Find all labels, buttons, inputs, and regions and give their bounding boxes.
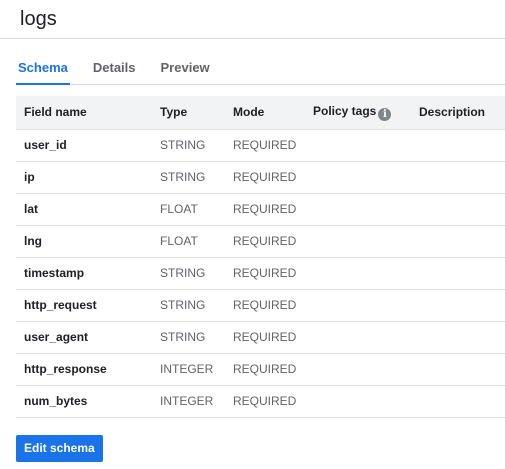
page-title: logs	[20, 8, 57, 30]
cell-field-name: http_request	[16, 289, 152, 322]
table-row: timestamp STRING REQUIRED	[16, 257, 505, 290]
table-row: http_response INTEGER REQUIRED	[16, 353, 505, 386]
cell-description	[411, 225, 505, 258]
cell-policy-tags	[305, 289, 411, 322]
table-row: ip STRING REQUIRED	[16, 161, 505, 194]
cell-description	[411, 289, 505, 322]
cell-type: INTEGER	[152, 385, 225, 418]
cell-field-name: num_bytes	[16, 385, 152, 418]
tab-bar: Schema Details Preview	[16, 51, 505, 85]
cell-mode: REQUIRED	[225, 129, 305, 162]
header-type: Type	[152, 96, 225, 130]
header-policy-tags-label: Policy tags	[313, 103, 377, 118]
schema-table: Field name Type Mode Policy tags i Descri…	[16, 96, 505, 418]
header-field-name: Field name	[16, 96, 152, 130]
header-description: Description	[411, 96, 505, 130]
cell-mode: REQUIRED	[225, 257, 305, 290]
cell-description	[411, 257, 505, 290]
cell-description	[411, 321, 505, 354]
cell-field-name: timestamp	[16, 257, 152, 290]
cell-field-name: user_agent	[16, 321, 152, 354]
cell-description	[411, 161, 505, 194]
cell-field-name: ip	[16, 161, 152, 194]
cell-policy-tags	[305, 129, 411, 162]
cell-policy-tags	[305, 353, 411, 386]
cell-type: INTEGER	[152, 353, 225, 386]
table-row: user_id STRING REQUIRED	[16, 129, 505, 162]
cell-type: STRING	[152, 257, 225, 290]
cell-mode: REQUIRED	[225, 385, 305, 418]
cell-mode: REQUIRED	[225, 321, 305, 354]
cell-description	[411, 353, 505, 386]
cell-type: STRING	[152, 129, 225, 162]
cell-mode: REQUIRED	[225, 161, 305, 194]
cell-type: FLOAT	[152, 193, 225, 226]
tab-preview[interactable]: Preview	[159, 51, 212, 84]
table-row: http_request STRING REQUIRED	[16, 289, 505, 322]
cell-policy-tags	[305, 385, 411, 418]
cell-description	[411, 193, 505, 226]
cell-description	[411, 129, 505, 162]
cell-field-name: user_id	[16, 129, 152, 162]
cell-type: STRING	[152, 161, 225, 194]
table-header-row: Field name Type Mode Policy tags i Descri…	[16, 96, 505, 130]
cell-mode: REQUIRED	[225, 353, 305, 386]
cell-mode: REQUIRED	[225, 225, 305, 258]
table-row: user_agent STRING REQUIRED	[16, 321, 505, 354]
header-mode: Mode	[225, 96, 305, 130]
info-icon[interactable]: i	[378, 107, 392, 121]
tab-schema[interactable]: Schema	[16, 51, 70, 85]
cell-mode: REQUIRED	[225, 193, 305, 226]
tab-details[interactable]: Details	[91, 51, 138, 84]
title-bar: logs	[0, 0, 505, 39]
cell-policy-tags	[305, 321, 411, 354]
cell-description	[411, 385, 505, 418]
cell-type: STRING	[152, 321, 225, 354]
header-policy-tags: Policy tags i	[305, 96, 411, 130]
cell-policy-tags	[305, 225, 411, 258]
cell-field-name: http_response	[16, 353, 152, 386]
cell-mode: REQUIRED	[225, 289, 305, 322]
cell-field-name: lng	[16, 225, 152, 258]
cell-policy-tags	[305, 257, 411, 290]
cell-type: STRING	[152, 289, 225, 322]
cell-field-name: lat	[16, 193, 152, 226]
table-row: lng FLOAT REQUIRED	[16, 225, 505, 258]
edit-schema-button[interactable]: Edit schema	[16, 435, 103, 462]
table-row: num_bytes INTEGER REQUIRED	[16, 385, 505, 418]
cell-policy-tags	[305, 193, 411, 226]
table-row: lat FLOAT REQUIRED	[16, 193, 505, 226]
cell-policy-tags	[305, 161, 411, 194]
cell-type: FLOAT	[152, 225, 225, 258]
